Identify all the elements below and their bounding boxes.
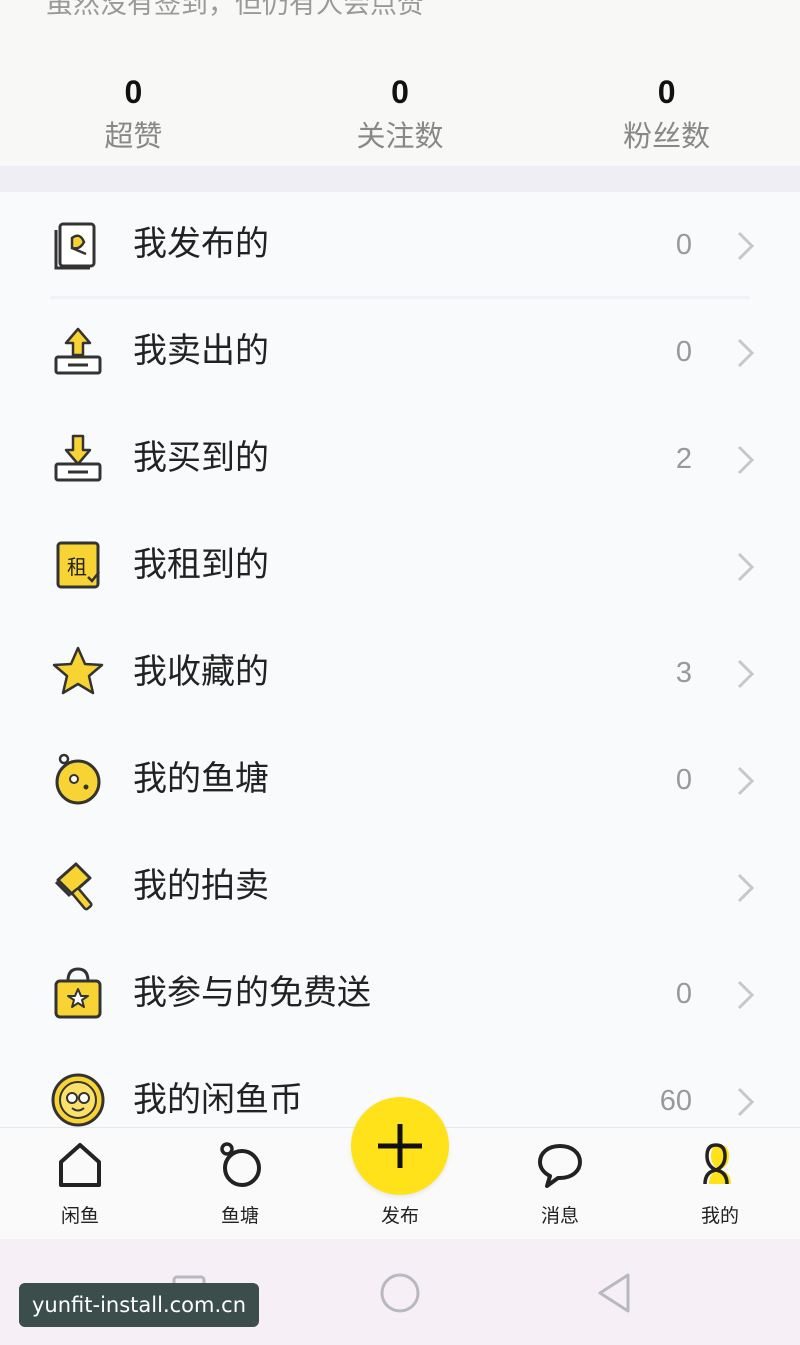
stat-following[interactable]: 0 关注数 xyxy=(267,40,534,166)
publish-button[interactable] xyxy=(351,1097,449,1195)
stat-followers[interactable]: 0 粉丝数 xyxy=(533,40,800,166)
menu-item-label: 我租到的 xyxy=(133,545,269,585)
profile-bio: 虽然没有签到，但仍有人会点赞 xyxy=(0,0,800,40)
plus-icon xyxy=(378,1124,422,1168)
menu-item-label: 我的鱼塘 xyxy=(133,759,269,799)
menu-item-count: 3 xyxy=(675,657,692,689)
sold-tray-icon xyxy=(54,327,102,375)
stat-label: 超赞 xyxy=(104,119,163,153)
stat-label: 关注数 xyxy=(356,119,444,153)
bought-tray-icon xyxy=(54,434,102,482)
menu-item-label: 我参与的免费送 xyxy=(133,973,371,1013)
chevron-right-icon xyxy=(737,766,755,796)
chevron-right-icon xyxy=(737,980,755,1010)
stat-value: 0 xyxy=(657,74,676,110)
home-icon xyxy=(59,1143,101,1187)
stat-label: 粉丝数 xyxy=(623,119,711,153)
tab-label: 消息 xyxy=(540,1205,579,1227)
profile-bio-text: 虽然没有签到，但仍有人会点赞 xyxy=(46,0,424,20)
rent-icon: 租 xyxy=(56,541,100,589)
menu-item-fishpond[interactable]: 我的鱼塘 0 xyxy=(0,727,800,834)
menu-item-published[interactable]: 我发布的 0 xyxy=(0,192,800,299)
menu-item-label: 我的拍卖 xyxy=(133,866,269,906)
menu-item-label: 我发布的 xyxy=(133,224,269,264)
watermark: yunfit-install.com.cn xyxy=(19,1283,259,1327)
fishpond-tab-icon xyxy=(220,1142,261,1187)
menu-item-sold[interactable]: 我卖出的 0 xyxy=(0,299,800,406)
gift-bag-icon xyxy=(54,967,102,1019)
tab-fishpond[interactable]: 鱼塘 xyxy=(160,1128,320,1240)
tab-label: 鱼塘 xyxy=(220,1205,259,1227)
home-nav-icon[interactable] xyxy=(378,1271,422,1315)
chevron-right-icon xyxy=(737,873,755,903)
menu-item-auction[interactable]: 我的拍卖 xyxy=(0,834,800,941)
published-doc-icon xyxy=(54,222,96,270)
chevron-right-icon xyxy=(737,659,755,689)
menu-item-count: 0 xyxy=(675,764,692,796)
tab-me[interactable]: 我的 xyxy=(640,1128,800,1240)
stat-value: 0 xyxy=(391,74,409,110)
menu-item-favorites[interactable]: 我收藏的 3 xyxy=(0,620,800,727)
chevron-right-icon xyxy=(737,231,755,261)
tab-label: 闲鱼 xyxy=(60,1205,99,1227)
rent-icon-text: 租 xyxy=(67,555,87,579)
menu-item-count: 0 xyxy=(675,978,692,1010)
profile-icon xyxy=(703,1143,731,1185)
menu-item-free-giveaway[interactable]: 我参与的免费送 0 xyxy=(0,941,800,1048)
chevron-right-icon xyxy=(737,552,755,582)
menu-item-count: 0 xyxy=(675,229,692,261)
star-icon xyxy=(52,646,104,695)
tab-label: 我的 xyxy=(700,1205,739,1227)
coin-icon xyxy=(51,1073,105,1127)
section-gap xyxy=(0,166,800,192)
chevron-right-icon xyxy=(737,338,755,368)
fishpond-icon xyxy=(55,753,101,805)
tab-messages[interactable]: 消息 xyxy=(480,1128,640,1240)
tab-home[interactable]: 闲鱼 xyxy=(0,1128,160,1240)
publish-label: 发布 xyxy=(380,1205,419,1227)
menu-item-bought[interactable]: 我买到的 2 xyxy=(0,406,800,513)
chevron-right-icon xyxy=(737,445,755,475)
menu-item-label: 我的闲鱼币 xyxy=(133,1080,303,1120)
chat-bubble-icon xyxy=(538,1144,582,1188)
menu-item-label: 我买到的 xyxy=(133,438,269,478)
menu-item-label: 我收藏的 xyxy=(133,652,269,692)
stat-likes[interactable]: 0 超赞 xyxy=(0,40,267,166)
auction-hammer-icon xyxy=(54,862,93,911)
menu-item-count: 2 xyxy=(675,443,692,475)
stat-value: 0 xyxy=(124,74,143,110)
menu-item-count: 60 xyxy=(659,1085,692,1117)
menu-item-rented[interactable]: 租 我租到的 xyxy=(0,513,800,620)
chevron-right-icon xyxy=(737,1087,755,1117)
menu-item-label: 我卖出的 xyxy=(133,331,269,371)
menu-item-count: 0 xyxy=(675,336,692,368)
menu-list: 我发布的 0 我卖出的 0 我买到的 2 租 我租到的 我收藏的 3 我的鱼塘 … xyxy=(0,192,800,1127)
back-nav-icon[interactable] xyxy=(594,1271,634,1315)
stats-bar: 0 超赞 0 关注数 0 粉丝数 xyxy=(0,40,800,166)
